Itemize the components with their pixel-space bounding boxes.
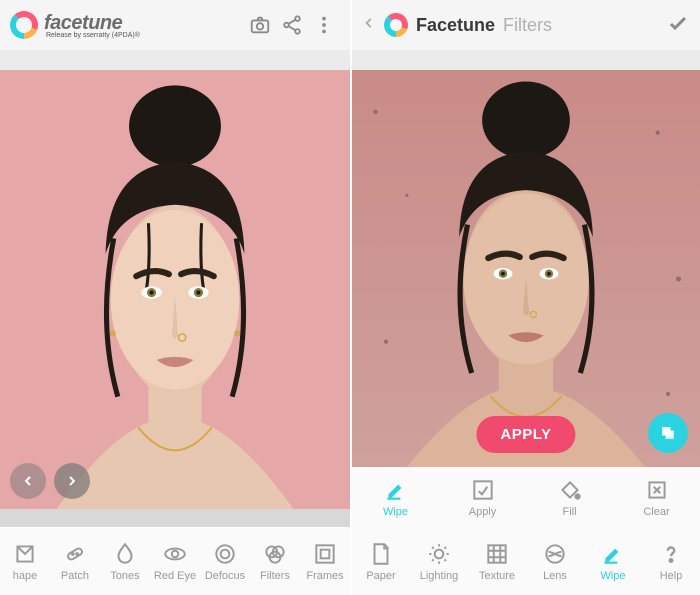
tool-frames[interactable]: Frames — [300, 527, 350, 595]
tool-label: Clear — [643, 506, 669, 518]
main-editor-pane: facetune Release by sserratty (4PDA)® — [0, 0, 352, 595]
tool-label: Lens — [543, 570, 567, 582]
confirm-button[interactable] — [666, 11, 690, 40]
fill-icon — [557, 477, 583, 503]
tool-redeye[interactable]: Red Eye — [150, 527, 200, 595]
photo-canvas-left[interactable] — [0, 70, 350, 509]
logo-ring-icon — [10, 11, 38, 39]
tool-label: hape — [13, 570, 37, 582]
tool-label: Patch — [61, 570, 89, 582]
clear-icon — [644, 477, 670, 503]
tool-label: Wipe — [383, 506, 408, 518]
tool-filters[interactable]: Filters — [250, 527, 300, 595]
header-left: facetune Release by sserratty (4PDA)® — [0, 0, 350, 50]
header-right: Facetune Filters — [352, 0, 700, 50]
app-title: Facetune — [416, 15, 495, 36]
patch-icon — [62, 541, 88, 567]
history-nav — [10, 463, 90, 499]
apply-button[interactable]: APPLY — [476, 416, 575, 453]
logo-ring-icon — [384, 13, 408, 37]
photo-canvas-right[interactable]: APPLY — [352, 70, 700, 467]
tool-label: Fill — [562, 506, 576, 518]
tool-label: Filters — [260, 570, 290, 582]
tool-label: Help — [660, 570, 683, 582]
texture-icon — [484, 541, 510, 567]
tool-paper[interactable]: Paper — [352, 527, 410, 595]
tool-defocus[interactable]: Defocus — [200, 527, 250, 595]
subtool-clear[interactable]: Clear — [613, 467, 700, 527]
back-button[interactable] — [362, 13, 376, 38]
filters-icon — [262, 541, 288, 567]
app-logo: facetune Release by sserratty (4PDA)® — [10, 11, 140, 39]
wipe-icon — [600, 541, 626, 567]
tones-icon — [112, 541, 138, 567]
section-title: Filters — [503, 15, 552, 36]
redo-button[interactable] — [54, 463, 90, 499]
divider — [0, 50, 350, 70]
apply-icon — [470, 477, 496, 503]
tool-lens[interactable]: Lens — [526, 527, 584, 595]
tool-texture[interactable]: Texture — [468, 527, 526, 595]
lens-icon — [542, 541, 568, 567]
reshape-icon — [12, 541, 38, 567]
tool-label: Red Eye — [154, 570, 196, 582]
tool-label: Frames — [306, 570, 343, 582]
tool-reshape[interactable]: hape — [0, 527, 50, 595]
subtool-wipe[interactable]: Wipe — [352, 467, 439, 527]
tool-label: Tones — [110, 570, 139, 582]
main-toolbar-right: Paper Lighting Texture Lens Wipe Help — [352, 527, 700, 595]
tool-help[interactable]: Help — [642, 527, 700, 595]
lighting-icon — [426, 541, 452, 567]
filters-pane: Facetune Filters — [352, 0, 700, 595]
subtool-apply[interactable]: Apply — [439, 467, 526, 527]
help-icon — [658, 541, 684, 567]
tool-label: Lighting — [420, 570, 459, 582]
undo-button[interactable] — [10, 463, 46, 499]
tool-label: Paper — [366, 570, 395, 582]
tool-label: Apply — [469, 506, 497, 518]
wipe-icon — [383, 477, 409, 503]
tool-label: Defocus — [205, 570, 245, 582]
compare-button[interactable] — [648, 413, 688, 453]
tool-label: Texture — [479, 570, 515, 582]
tool-tones[interactable]: Tones — [100, 527, 150, 595]
subtool-fill[interactable]: Fill — [526, 467, 613, 527]
redeye-icon — [162, 541, 188, 567]
tool-label: Wipe — [600, 570, 625, 582]
main-toolbar-left: hape Patch Tones Red Eye Defocus Filters… — [0, 527, 350, 595]
frames-icon — [312, 541, 338, 567]
camera-icon[interactable] — [244, 9, 276, 41]
paper-icon — [368, 541, 394, 567]
divider — [352, 50, 700, 70]
filter-sub-toolbar: Wipe Apply Fill Clear — [352, 467, 700, 527]
tool-lighting[interactable]: Lighting — [410, 527, 468, 595]
more-icon[interactable] — [308, 9, 340, 41]
tool-patch[interactable]: Patch — [50, 527, 100, 595]
tool-wipe[interactable]: Wipe — [584, 527, 642, 595]
defocus-icon — [212, 541, 238, 567]
share-icon[interactable] — [276, 9, 308, 41]
footer-bar-left — [0, 509, 350, 527]
release-note: Release by sserratty (4PDA)® — [46, 32, 140, 39]
